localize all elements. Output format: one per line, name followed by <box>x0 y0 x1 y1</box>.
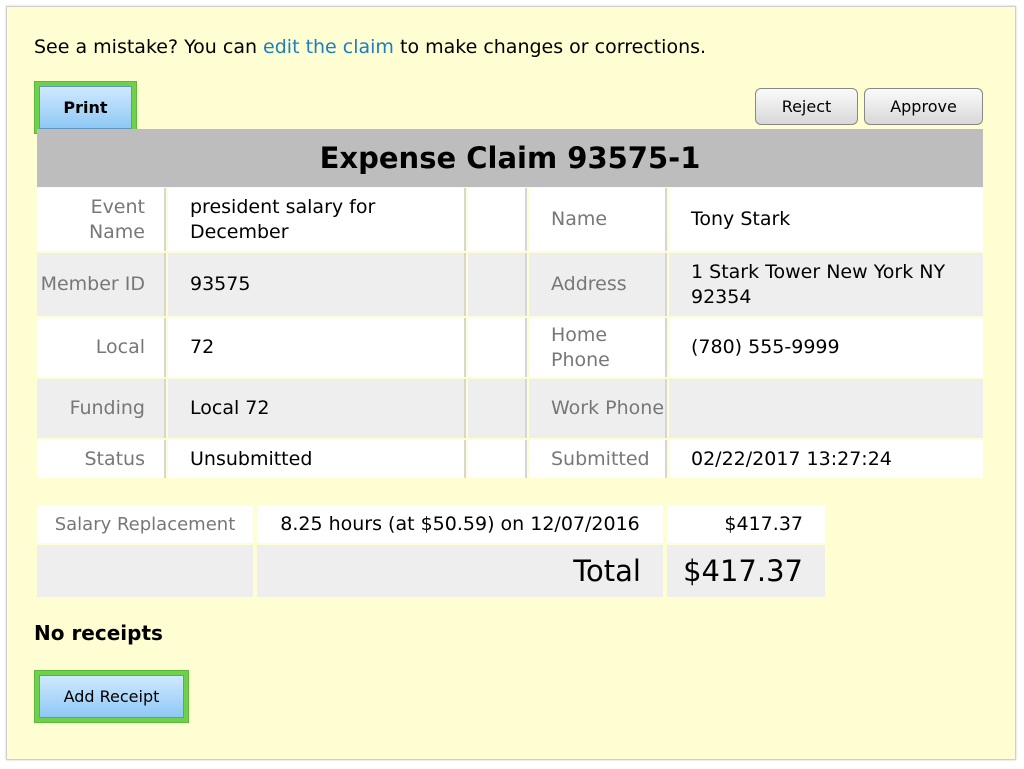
work-phone-value <box>669 379 983 438</box>
intro-before: See a mistake? You can <box>34 36 264 58</box>
intro-text: See a mistake? You can edit the claim to… <box>34 36 706 58</box>
no-receipts-heading: No receipts <box>34 621 163 645</box>
expense-description: 8.25 hours (at $50.59) on 12/07/2016 <box>257 505 663 543</box>
total-empty-cell <box>37 545 253 597</box>
member-id-label: Member ID <box>37 253 166 316</box>
name-label: Name <box>529 188 667 251</box>
status-label: Status <box>37 440 166 478</box>
total-label: Total <box>257 545 663 597</box>
intro-after: to make changes or corrections. <box>393 36 707 58</box>
home-phone-value: (780) 555-9999 <box>669 318 983 377</box>
work-phone-label: Work Phone <box>529 379 667 438</box>
event-name-label: Event Name <box>37 188 166 251</box>
claim-title: Expense Claim 93575-1 <box>37 129 983 187</box>
submitted-label: Submitted <box>529 440 667 478</box>
spacer-cell <box>468 379 527 438</box>
local-label: Local <box>37 318 166 377</box>
member-id-value: 93575 <box>168 253 466 316</box>
address-label: Address <box>529 253 667 316</box>
name-value: Tony Stark <box>669 188 983 251</box>
print-button-frame: Print <box>34 81 137 134</box>
spacer-cell <box>468 440 527 478</box>
add-receipt-button[interactable]: Add Receipt <box>39 675 184 718</box>
expense-amount: $417.37 <box>667 505 825 543</box>
spacer-cell <box>468 253 527 316</box>
local-value: 72 <box>168 318 466 377</box>
edit-claim-link[interactable]: edit the claim <box>263 36 394 58</box>
home-phone-label: Home Phone <box>529 318 667 377</box>
approve-button[interactable]: Approve <box>864 88 983 125</box>
funding-value: Local 72 <box>168 379 466 438</box>
address-value: 1 Stark Tower New York NY 92354 <box>669 253 983 316</box>
reject-button[interactable]: Reject <box>755 88 858 125</box>
funding-label: Funding <box>37 379 166 438</box>
expense-type: Salary Replacement <box>37 505 253 543</box>
add-receipt-button-frame: Add Receipt <box>34 670 189 723</box>
total-amount: $417.37 <box>667 545 825 597</box>
print-button[interactable]: Print <box>39 86 132 129</box>
submitted-value: 02/22/2017 13:27:24 <box>669 440 983 478</box>
spacer-cell <box>468 188 527 251</box>
status-value: Unsubmitted <box>168 440 466 478</box>
spacer-cell <box>468 318 527 377</box>
event-name-value: president salary for December <box>168 188 466 251</box>
